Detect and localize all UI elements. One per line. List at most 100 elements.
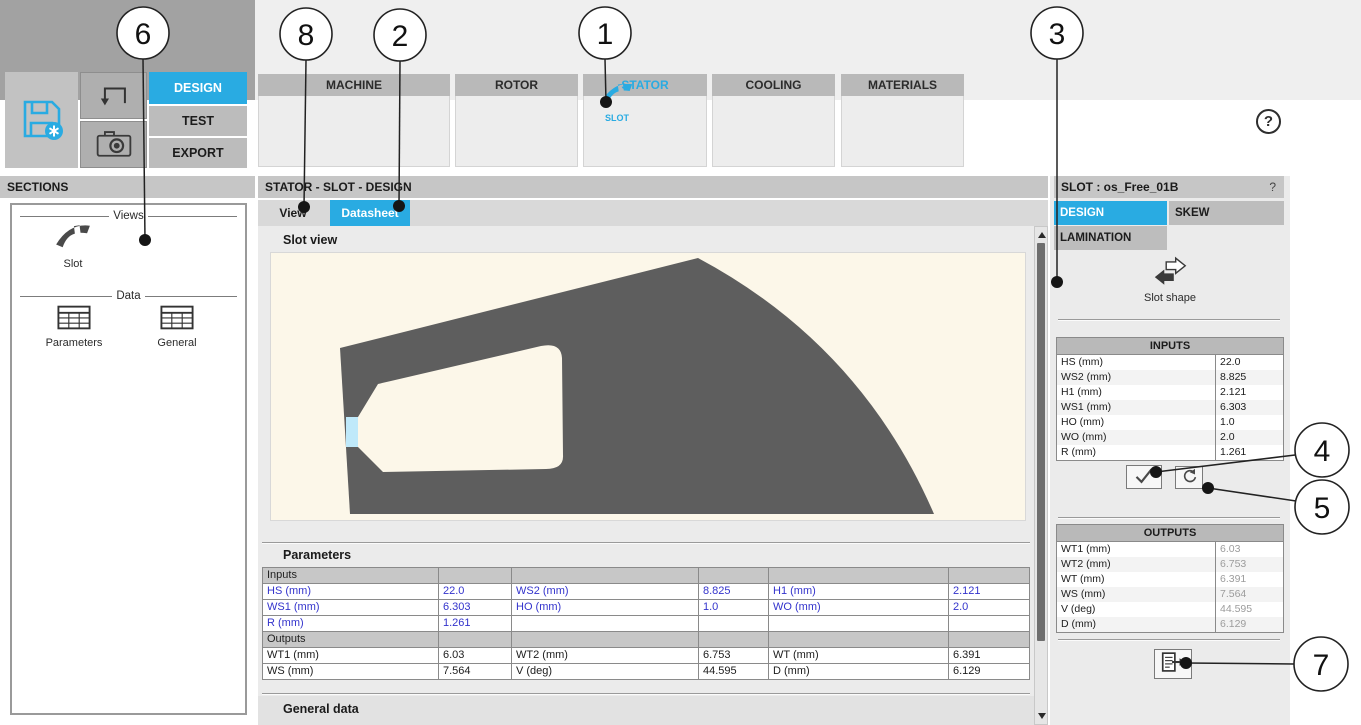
param-value[interactable]: 2.0 xyxy=(948,600,1029,615)
scrollbar-thumb[interactable] xyxy=(1037,243,1045,641)
stator-slot-ribbon-button[interactable]: SLOT xyxy=(593,80,641,123)
slot-view-title: Slot view xyxy=(283,233,337,247)
sidebar-slot-view-button[interactable]: Slot xyxy=(33,221,113,270)
outputs-table-title: OUTPUTS xyxy=(1057,525,1283,542)
param-value[interactable]: 2.121 xyxy=(948,584,1029,599)
sidebar-general-button[interactable]: General xyxy=(132,305,222,349)
ribbon-panel-stator[interactable]: STATOR SLOT xyxy=(583,74,707,166)
param-value[interactable]: 6.303 xyxy=(438,600,511,615)
inputs-table: INPUTS HS (mm) 22.0 WS2 (mm) 8.825 H1 (m… xyxy=(1056,337,1284,461)
param-label: WS1 (mm) xyxy=(263,600,438,615)
input-label: HO (mm) xyxy=(1057,415,1215,430)
slot-shape-label: Slot shape xyxy=(1130,292,1210,304)
sections-panel: Views Slot Data xyxy=(10,203,247,715)
input-label: H1 (mm) xyxy=(1057,385,1215,400)
output-value: 7.564 xyxy=(1215,587,1283,602)
output-value: 6.129 xyxy=(1215,617,1283,632)
input-value[interactable]: 1.0 xyxy=(1215,415,1283,430)
divider xyxy=(1058,517,1280,519)
return-arrow-button[interactable] xyxy=(80,72,147,119)
param-value[interactable] xyxy=(698,616,768,631)
callout-number-4: 4 xyxy=(1314,435,1331,468)
main-breadcrumb-header: STATOR - SLOT - DESIGN xyxy=(258,176,1048,198)
input-value[interactable]: 6.303 xyxy=(1215,400,1283,415)
input-value[interactable]: 8.825 xyxy=(1215,370,1283,385)
checkmark-icon xyxy=(1131,466,1157,489)
input-value[interactable]: 1.261 xyxy=(1215,445,1283,460)
slot-shape-icon xyxy=(1151,276,1189,288)
param-value[interactable]: 8.825 xyxy=(698,584,768,599)
slot-shape-button[interactable]: Slot shape xyxy=(1130,256,1210,304)
table-icon xyxy=(160,321,194,333)
parameters-table: Inputs HS (mm) 22.0 WS2 (mm) 8.825 H1 (m… xyxy=(262,567,1030,680)
camera-icon xyxy=(94,126,134,163)
tab-view[interactable]: View xyxy=(258,200,328,226)
ribbon-cooling-label: COOLING xyxy=(712,74,835,96)
tab-lamination[interactable]: LAMINATION xyxy=(1054,226,1167,250)
outputs-table: OUTPUTS WT1 (mm) 6.03 WT2 (mm) 6.753 WT … xyxy=(1056,524,1284,633)
input-row: H1 (mm) 2.121 xyxy=(1057,385,1283,400)
vertical-scrollbar[interactable] xyxy=(1034,226,1048,725)
export-mode-button[interactable]: EXPORT xyxy=(149,138,247,168)
input-row: WO (mm) 2.0 xyxy=(1057,430,1283,445)
output-row: V (deg) 44.595 xyxy=(1057,602,1283,617)
ribbon-machine-body xyxy=(258,96,450,167)
reset-icon xyxy=(1180,467,1198,488)
slot-view-canvas[interactable] xyxy=(270,252,1026,521)
param-label: WS2 (mm) xyxy=(511,584,698,599)
input-row: HS (mm) 22.0 xyxy=(1057,355,1283,370)
output-label: D (mm) xyxy=(1057,617,1215,632)
scroll-up-arrow[interactable] xyxy=(1038,232,1046,238)
sidebar-parameters-button[interactable]: Parameters xyxy=(29,305,119,349)
ribbon-panel-rotor[interactable]: ROTOR xyxy=(455,74,578,166)
save-button[interactable] xyxy=(5,72,78,168)
output-label: WS (mm) xyxy=(1057,587,1215,602)
general-data-strip xyxy=(258,696,1034,725)
param-value[interactable] xyxy=(948,616,1029,631)
ribbon-panel-cooling[interactable]: COOLING xyxy=(712,74,835,166)
tab-skew[interactable]: SKEW xyxy=(1169,201,1284,225)
panel-help-button[interactable]: ? xyxy=(1269,176,1276,198)
param-label: R (mm) xyxy=(263,616,438,631)
callout-number-5: 5 xyxy=(1314,492,1331,525)
output-label: WT2 (mm) xyxy=(1057,557,1215,572)
callout-circle-7 xyxy=(1294,637,1348,691)
test-mode-button[interactable]: TEST xyxy=(149,106,247,136)
reset-button[interactable] xyxy=(1175,466,1203,489)
export-document-icon xyxy=(1159,651,1187,677)
help-button[interactable]: ? xyxy=(1256,109,1281,134)
table-row: WT1 (mm) 6.03 WT2 (mm) 6.753 WT (mm) 6.3… xyxy=(263,647,1029,663)
design-mode-button[interactable]: DESIGN xyxy=(149,72,247,104)
ribbon-cooling-body xyxy=(712,96,835,167)
apply-button[interactable] xyxy=(1126,465,1162,489)
param-value: 6.753 xyxy=(698,648,768,663)
param-value: 6.129 xyxy=(948,664,1029,679)
tab-design[interactable]: DESIGN xyxy=(1054,201,1167,225)
ribbon-panel-materials[interactable]: MATERIALS xyxy=(841,74,964,166)
input-value[interactable]: 2.0 xyxy=(1215,430,1283,445)
param-value: 6.391 xyxy=(948,648,1029,663)
ribbon-panel-machine[interactable]: MACHINE xyxy=(258,74,450,166)
param-value[interactable]: 22.0 xyxy=(438,584,511,599)
slot-editor-header: SLOT : os_Free_01B ? xyxy=(1054,176,1284,198)
param-value: 44.595 xyxy=(698,664,768,679)
param-value[interactable]: 1.0 xyxy=(698,600,768,615)
sidebar-general-label: General xyxy=(132,337,222,349)
general-data-title: General data xyxy=(283,702,359,716)
export-data-button[interactable] xyxy=(1154,649,1192,679)
table-section-row: Inputs xyxy=(263,568,1029,583)
scroll-down-arrow[interactable] xyxy=(1038,713,1046,719)
ribbon-materials-label: MATERIALS xyxy=(841,74,964,96)
snapshot-button[interactable] xyxy=(80,121,147,168)
callout-circle-4 xyxy=(1295,423,1349,477)
input-label: R (mm) xyxy=(1057,445,1215,460)
tab-datasheet[interactable]: Datasheet xyxy=(330,200,410,226)
param-label: H1 (mm) xyxy=(768,584,948,599)
sections-header: SECTIONS xyxy=(0,176,255,198)
output-row: WT (mm) 6.391 xyxy=(1057,572,1283,587)
data-label: Data xyxy=(112,290,144,302)
input-value[interactable]: 22.0 xyxy=(1215,355,1283,370)
input-value[interactable]: 2.121 xyxy=(1215,385,1283,400)
param-value[interactable]: 1.261 xyxy=(438,616,511,631)
param-label xyxy=(768,616,948,631)
